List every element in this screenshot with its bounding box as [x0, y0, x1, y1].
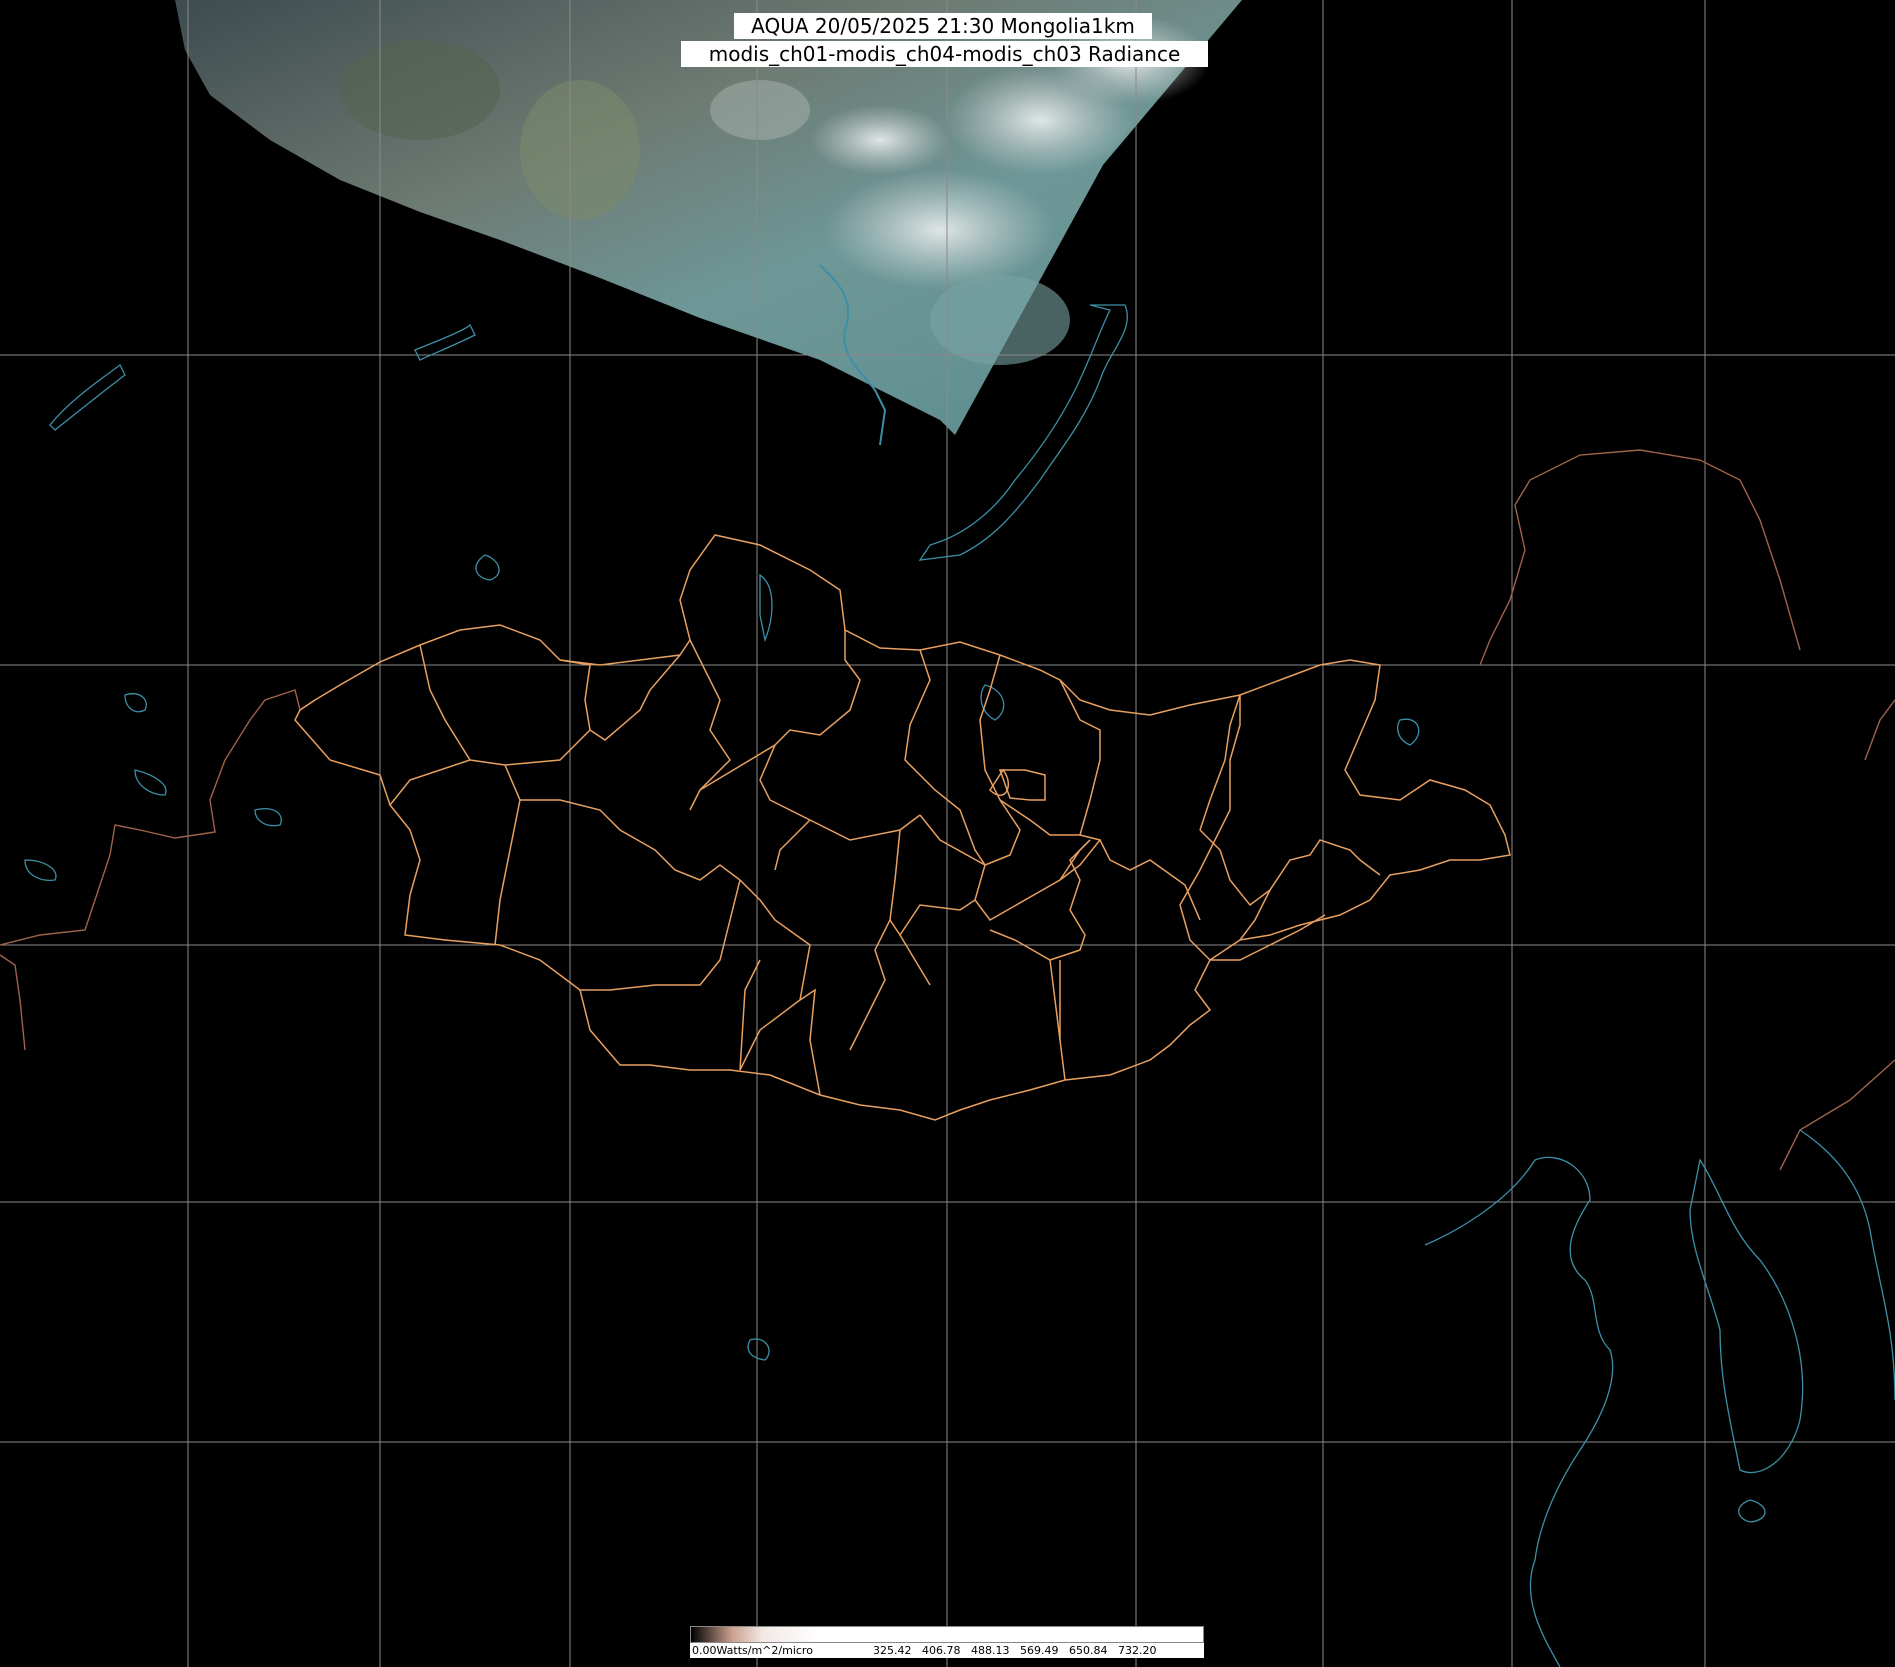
colorbar-labels: 0.00Watts/m^2/micro 325.42 406.78 488.13…: [690, 1643, 1204, 1658]
graticule-grid: [0, 0, 1895, 1667]
map-title-line1: AQUA 20/05/2025 21:30 Mongolia1km: [734, 13, 1152, 39]
colorbar-tick: 488.13: [971, 1644, 1010, 1657]
map-title-line2: modis_ch01-modis_ch04-modis_ch03 Radianc…: [681, 41, 1208, 67]
colorbar-unit-label: 0.00Watts/m^2/micro: [692, 1644, 813, 1657]
colorbar-tick: 732.20: [1118, 1644, 1157, 1657]
colorbar-tick: 569.49: [1020, 1644, 1059, 1657]
colorbar: [690, 1626, 1204, 1643]
colorbar-gradient: [690, 1626, 1204, 1643]
coastlines-and-lakes: [24, 304, 1895, 1667]
colorbar-tick: 406.78: [922, 1644, 961, 1657]
province-borders: [294, 534, 1511, 1121]
satellite-map: [0, 0, 1895, 1667]
colorbar-tick: 650.84: [1069, 1644, 1108, 1657]
colorbar-tick: 325.42: [873, 1644, 912, 1657]
